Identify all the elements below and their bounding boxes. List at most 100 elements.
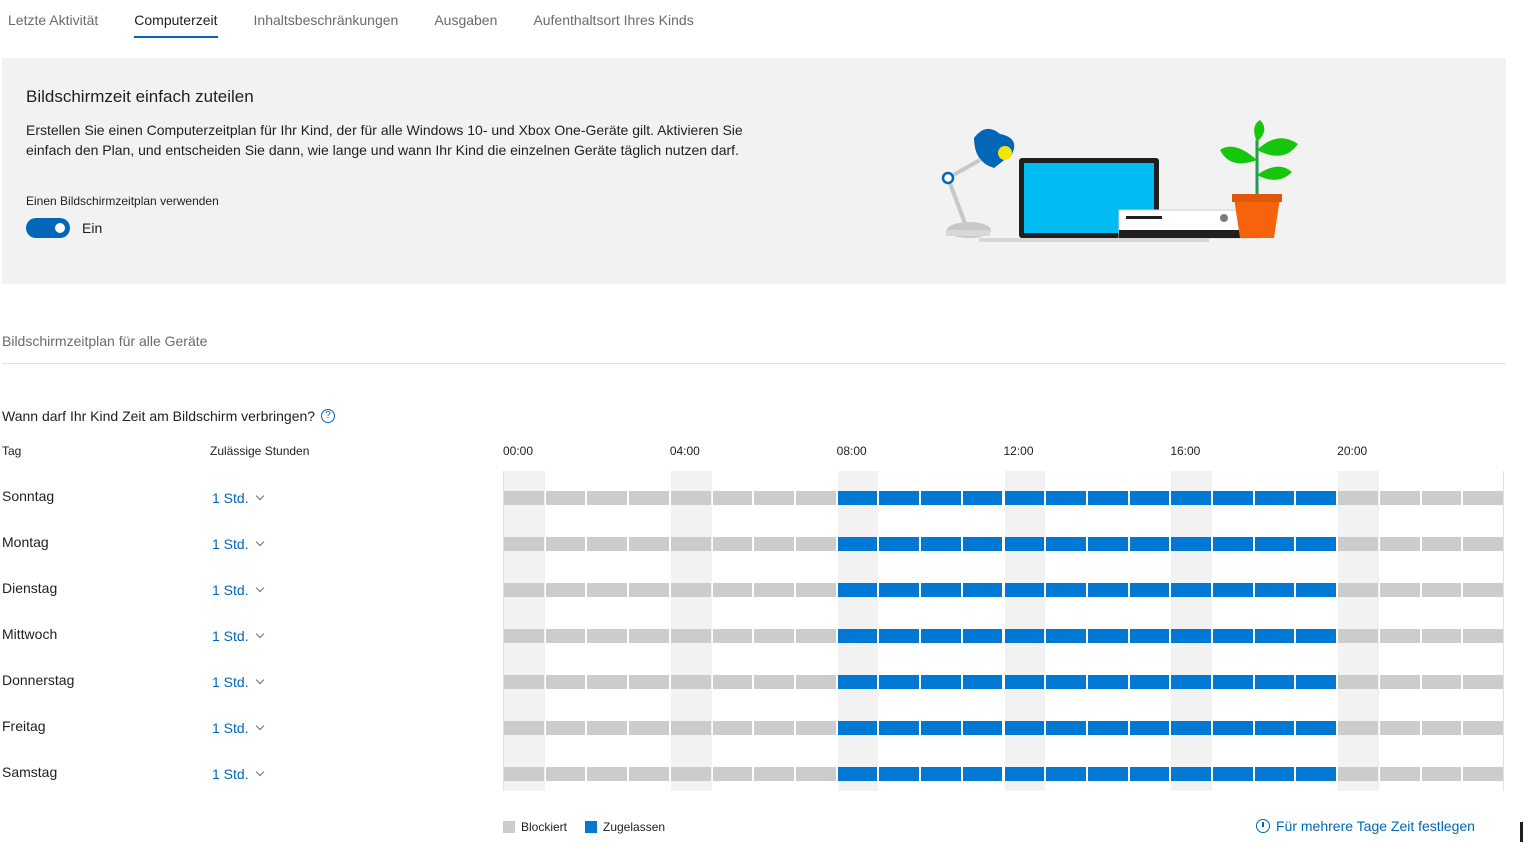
time-slot-blocked[interactable] xyxy=(504,629,544,643)
time-slot-allowed[interactable] xyxy=(1004,583,1045,597)
time-slot-allowed[interactable] xyxy=(1213,491,1253,505)
time-slot-allowed[interactable] xyxy=(1171,629,1212,643)
time-slot-allowed[interactable] xyxy=(1254,491,1295,505)
time-slot-blocked[interactable] xyxy=(1463,675,1503,689)
time-slot-allowed[interactable] xyxy=(1087,767,1128,781)
time-slot-allowed[interactable] xyxy=(1171,583,1212,597)
time-slot-blocked[interactable] xyxy=(587,675,628,689)
time-slot-blocked[interactable] xyxy=(1338,675,1378,689)
time-slot-allowed[interactable] xyxy=(962,583,1003,597)
time-slot-allowed[interactable] xyxy=(1129,629,1170,643)
time-slot-allowed[interactable] xyxy=(962,721,1003,735)
time-slot-blocked[interactable] xyxy=(795,721,836,735)
time-slot-allowed[interactable] xyxy=(1087,721,1128,735)
time-slot-allowed[interactable] xyxy=(921,537,961,551)
time-slot-blocked[interactable] xyxy=(1421,629,1462,643)
tab-spending[interactable]: Ausgaben xyxy=(434,0,497,36)
time-slot-allowed[interactable] xyxy=(921,675,961,689)
time-slot-blocked[interactable] xyxy=(545,537,586,551)
time-slot-allowed[interactable] xyxy=(1213,767,1253,781)
time-slot-blocked[interactable] xyxy=(504,767,544,781)
tab-content-restrictions[interactable]: Inhaltsbeschränkungen xyxy=(254,0,399,36)
hours-dropdown[interactable]: 1 Std. xyxy=(212,490,264,506)
time-slot-blocked[interactable] xyxy=(795,583,836,597)
time-slot-blocked[interactable] xyxy=(712,629,753,643)
time-slot-blocked[interactable] xyxy=(504,675,544,689)
time-slot-blocked[interactable] xyxy=(1463,583,1503,597)
time-slot-allowed[interactable] xyxy=(1087,583,1128,597)
time-slot-allowed[interactable] xyxy=(879,767,920,781)
time-slot-blocked[interactable] xyxy=(545,629,586,643)
time-slot-blocked[interactable] xyxy=(587,629,628,643)
help-circle-icon[interactable]: ? xyxy=(321,409,336,423)
time-slot-allowed[interactable] xyxy=(1296,675,1337,689)
time-slot-allowed[interactable] xyxy=(1213,675,1253,689)
time-slot-allowed[interactable] xyxy=(1296,491,1337,505)
time-slot-blocked[interactable] xyxy=(670,537,711,551)
time-slot-allowed[interactable] xyxy=(1046,583,1086,597)
time-slot-blocked[interactable] xyxy=(712,675,753,689)
time-slot-allowed[interactable] xyxy=(1087,675,1128,689)
time-slot-blocked[interactable] xyxy=(795,767,836,781)
time-slot-blocked[interactable] xyxy=(1379,767,1420,781)
time-slot-blocked[interactable] xyxy=(670,491,711,505)
time-slot-allowed[interactable] xyxy=(1046,767,1086,781)
time-slot-allowed[interactable] xyxy=(1129,675,1170,689)
time-slot-allowed[interactable] xyxy=(1296,629,1337,643)
hours-dropdown[interactable]: 1 Std. xyxy=(212,766,264,782)
time-slot-allowed[interactable] xyxy=(1004,721,1045,735)
time-slot-allowed[interactable] xyxy=(1129,491,1170,505)
time-slot-blocked[interactable] xyxy=(795,491,836,505)
time-slot-allowed[interactable] xyxy=(1171,767,1212,781)
time-slot-allowed[interactable] xyxy=(1171,721,1212,735)
time-slot-allowed[interactable] xyxy=(1296,767,1337,781)
time-slot-blocked[interactable] xyxy=(587,767,628,781)
time-slot-allowed[interactable] xyxy=(1254,583,1295,597)
time-slot-allowed[interactable] xyxy=(1213,721,1253,735)
time-slot-blocked[interactable] xyxy=(1421,721,1462,735)
time-slot-blocked[interactable] xyxy=(1463,491,1503,505)
time-slot-allowed[interactable] xyxy=(1171,491,1212,505)
time-slot-blocked[interactable] xyxy=(629,583,669,597)
hours-dropdown[interactable]: 1 Std. xyxy=(212,628,264,644)
time-slot-allowed[interactable] xyxy=(879,721,920,735)
time-slot-blocked[interactable] xyxy=(1338,491,1378,505)
time-slot-allowed[interactable] xyxy=(837,491,878,505)
time-slot-allowed[interactable] xyxy=(962,629,1003,643)
time-slot-allowed[interactable] xyxy=(1046,721,1086,735)
time-slot-allowed[interactable] xyxy=(837,629,878,643)
time-slot-allowed[interactable] xyxy=(1213,537,1253,551)
time-slot-allowed[interactable] xyxy=(921,629,961,643)
time-slot-allowed[interactable] xyxy=(1046,491,1086,505)
time-slot-allowed[interactable] xyxy=(1254,537,1295,551)
time-slot-allowed[interactable] xyxy=(1171,675,1212,689)
time-slot-blocked[interactable] xyxy=(1421,491,1462,505)
time-slot-allowed[interactable] xyxy=(1004,675,1045,689)
time-slot-blocked[interactable] xyxy=(1379,537,1420,551)
time-slot-blocked[interactable] xyxy=(670,629,711,643)
time-slot-blocked[interactable] xyxy=(545,721,586,735)
hours-dropdown[interactable]: 1 Std. xyxy=(212,674,264,690)
scrollbar-thumb[interactable] xyxy=(1520,822,1523,842)
time-slot-blocked[interactable] xyxy=(629,767,669,781)
time-slot-blocked[interactable] xyxy=(1463,537,1503,551)
time-slot-blocked[interactable] xyxy=(795,675,836,689)
schedule-toggle[interactable] xyxy=(26,218,70,238)
tab-screen-time[interactable]: Computerzeit xyxy=(134,0,218,38)
time-slot-allowed[interactable] xyxy=(1004,767,1045,781)
time-slot-blocked[interactable] xyxy=(754,537,794,551)
tab-child-location[interactable]: Aufenthaltsort Ihres Kinds xyxy=(533,0,693,36)
time-slot-blocked[interactable] xyxy=(670,583,711,597)
time-slot-allowed[interactable] xyxy=(1296,583,1337,597)
time-slot-allowed[interactable] xyxy=(837,767,878,781)
time-slot-blocked[interactable] xyxy=(504,491,544,505)
multi-day-link[interactable]: Für mehrere Tage Zeit festlegen xyxy=(1256,818,1475,834)
time-slot-blocked[interactable] xyxy=(1379,491,1420,505)
time-slot-allowed[interactable] xyxy=(1004,537,1045,551)
time-slot-blocked[interactable] xyxy=(587,583,628,597)
time-slot-blocked[interactable] xyxy=(754,675,794,689)
time-slot-allowed[interactable] xyxy=(1046,537,1086,551)
time-slot-blocked[interactable] xyxy=(712,721,753,735)
time-slot-blocked[interactable] xyxy=(754,767,794,781)
time-slot-allowed[interactable] xyxy=(1254,629,1295,643)
